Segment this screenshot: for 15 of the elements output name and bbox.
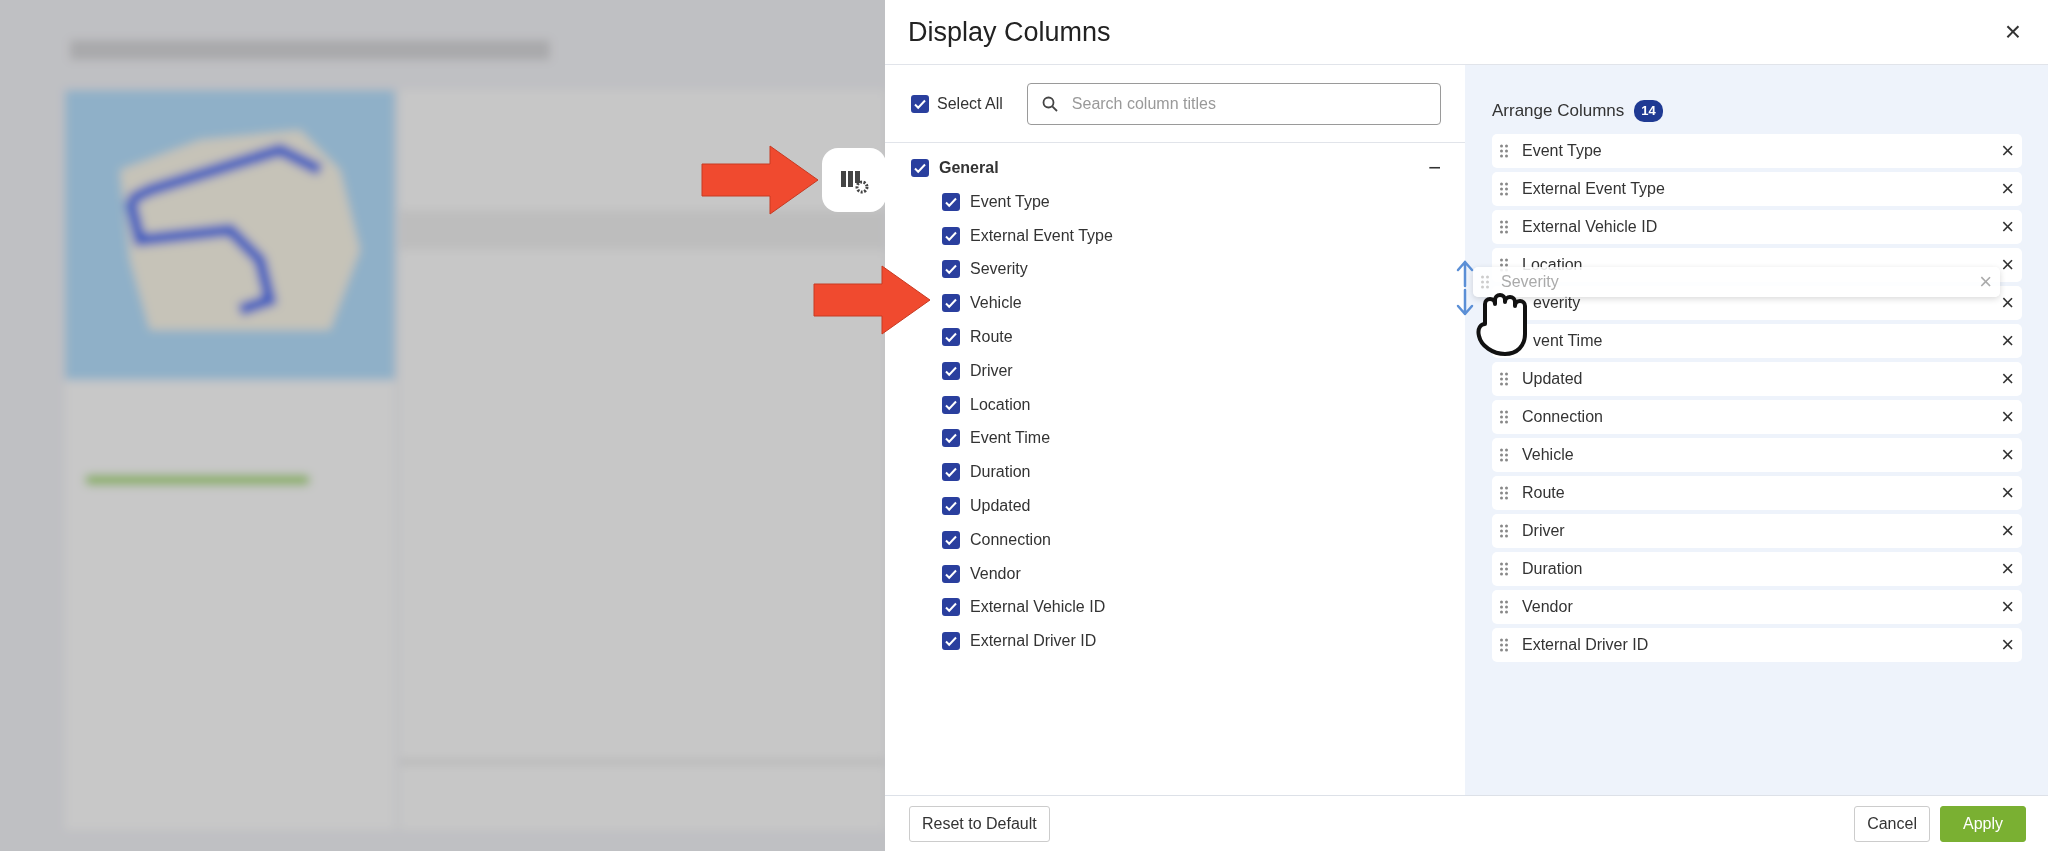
dialog-title: Display Columns <box>908 15 1111 49</box>
column-label: Duration <box>1522 559 1584 579</box>
column-label: Vendor <box>1522 597 1574 617</box>
column-label: Vehicle <box>1522 445 1575 465</box>
count-badge: 14 <box>1634 100 1663 122</box>
section-title: Arrange Columns <box>1492 100 1625 123</box>
column-label: Event Type <box>1522 141 1603 161</box>
column-label: External Driver ID <box>1522 635 1650 655</box>
column-label: Route <box>1522 483 1566 503</box>
column-label: External Event Type <box>1522 179 1666 199</box>
column-label: External Vehicle ID <box>1522 217 1659 237</box>
column-label: Connection <box>1522 407 1604 427</box>
column-label: Driver <box>1522 521 1566 541</box>
column-label: Updated <box>1522 369 1584 389</box>
column-label: vent Time <box>1532 331 1604 351</box>
